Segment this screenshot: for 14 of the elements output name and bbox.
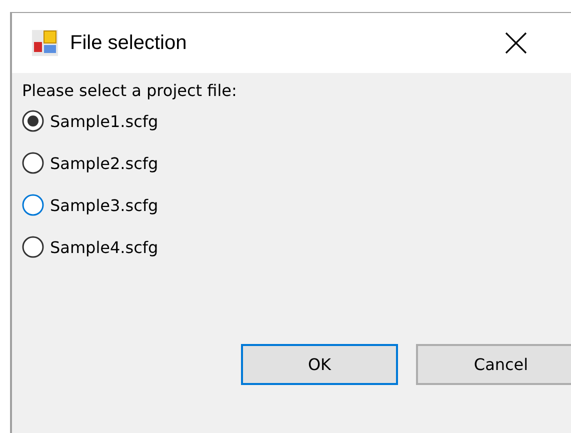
window-title: File selection <box>70 32 187 54</box>
radio-option[interactable]: Sample4.scfg <box>22 226 158 268</box>
radio-button[interactable] <box>22 152 44 174</box>
radio-button[interactable] <box>22 110 44 132</box>
dialog-button[interactable]: Cancel <box>416 344 571 385</box>
radio-button[interactable] <box>22 236 44 258</box>
radio-button[interactable] <box>22 194 44 216</box>
app-icon <box>32 30 58 56</box>
dialog-button[interactable]: OK <box>241 344 398 385</box>
radio-option[interactable]: Sample1.scfg <box>22 100 158 142</box>
radio-option[interactable]: Sample3.scfg <box>22 184 158 226</box>
radio-option[interactable]: Sample2.scfg <box>22 142 158 184</box>
close-icon[interactable] <box>504 32 527 54</box>
prompt-text: Please select a project file: <box>22 81 237 100</box>
